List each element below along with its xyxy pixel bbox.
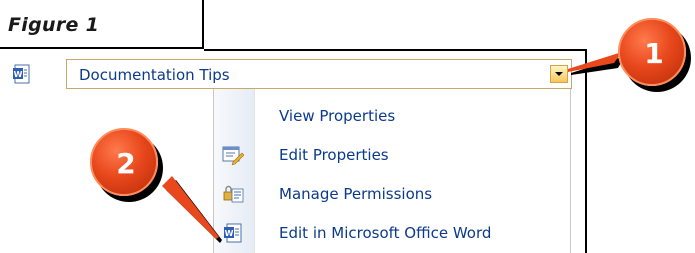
menu-item-view-properties[interactable]: View Properties [214,97,570,135]
menu-item-label: Manage Permissions [279,185,433,203]
edit-menu-dropdown-button[interactable] [550,65,568,83]
callout-number: 2 [116,147,136,180]
menu-item-label: Edit in Microsoft Office Word [279,224,492,242]
menu-item-label: Edit Properties [279,146,389,164]
tutorial-figure: Figure 1 W Documentation Tips View Prope… [0,0,695,253]
item-context-menu: View Properties Edit Properties Manage P… [213,89,571,253]
frame-top-border [204,49,587,51]
menu-item-edit-properties[interactable]: Edit Properties [214,136,570,174]
svg-text:W: W [14,70,23,79]
permissions-icon [223,185,244,203]
svg-text:W: W [225,229,234,238]
callout-badge-2: 2 [90,128,158,196]
figure-caption-tab: Figure 1 [0,0,204,49]
menu-item-manage-permissions[interactable]: Manage Permissions [214,175,570,213]
word-document-icon: W [13,64,30,84]
callout-number: 1 [644,37,664,70]
menu-item-edit-in-word[interactable]: W Edit in Microsoft Office Word [214,214,570,252]
menu-item-label: View Properties [279,107,396,125]
document-title-field[interactable]: Documentation Tips [66,59,572,89]
figure-caption: Figure 1 [8,14,100,36]
word-document-icon: W [224,223,242,243]
edit-properties-icon [222,146,244,165]
callout-badge-1: 1 [618,18,686,86]
document-title-link[interactable]: Documentation Tips [79,66,230,84]
